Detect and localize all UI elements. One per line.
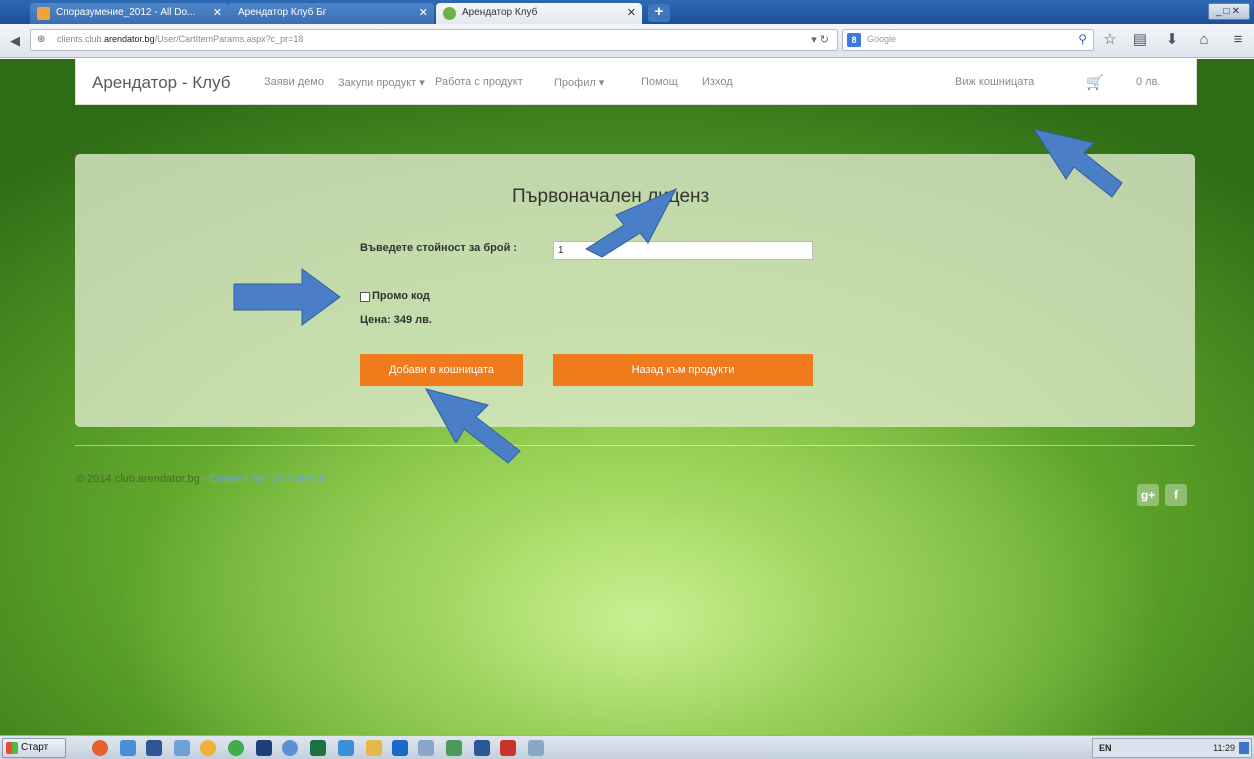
browser-tab-bar: Споразумение_2012 - All Do... ✕ Арендато…	[0, 0, 1254, 24]
annotation-arrow-icon	[584, 187, 678, 258]
promo-code-label[interactable]: Промо код	[372, 288, 430, 304]
app-icon[interactable]	[366, 740, 382, 756]
created-by-link[interactable]: - Created by: VS Consult	[200, 473, 325, 485]
search-icon[interactable]: ⚲	[1078, 32, 1087, 46]
word-icon[interactable]	[146, 740, 162, 756]
tab-label: Арендатор Клуб Бг	[238, 7, 327, 18]
nav-request-demo[interactable]: Заяви демо	[264, 76, 324, 88]
app-icon[interactable]	[282, 740, 298, 756]
footer-divider	[75, 445, 1195, 446]
tab-label: Арендатор Клуб	[462, 7, 538, 18]
search-placeholder: Google	[867, 34, 897, 44]
window-controls[interactable]: _□✕	[1208, 3, 1250, 20]
explorer-icon[interactable]	[120, 740, 136, 756]
nav-logout[interactable]: Изход	[702, 76, 733, 88]
url-text: clients.club.arendator.bg/User/CartItemP…	[57, 34, 304, 44]
nav-work-with-product[interactable]: Работа с продукт	[435, 76, 523, 88]
app-icon[interactable]	[338, 740, 354, 756]
browser-tab[interactable]: Арендатор Клуб Бг ✕	[228, 3, 434, 24]
page-content: Арендатор - Клуб Заяви демо Закупи проду…	[0, 59, 1254, 735]
tab-label: Споразумение_2012 - All Do...	[56, 7, 196, 18]
nav-view-cart[interactable]: Виж кошницата	[955, 76, 1034, 88]
cart-total[interactable]: 0 лв.	[1136, 76, 1161, 88]
back-to-products-button[interactable]: Назад към продукти	[553, 354, 813, 386]
browser-tab-active[interactable]: Арендатор Клуб ✕	[436, 3, 642, 24]
site-brand[interactable]: Арендатор - Клуб	[92, 73, 231, 93]
cart-icon[interactable]: 🛒	[1086, 74, 1103, 91]
home-icon[interactable]: ⌂	[1194, 30, 1214, 50]
app-icon[interactable]	[500, 740, 516, 756]
reload-icon[interactable]: ▾ ↻	[811, 33, 829, 46]
app-icon[interactable]	[228, 740, 244, 756]
annotation-arrow-icon	[1032, 128, 1123, 198]
language-indicator[interactable]: EN	[1099, 739, 1112, 757]
clock[interactable]: 11:29	[1213, 739, 1235, 757]
system-tray: EN 11:29	[1092, 738, 1252, 758]
close-tab-icon[interactable]: ✕	[627, 3, 636, 23]
app-icon[interactable]	[200, 740, 216, 756]
browser-tab[interactable]: Споразумение_2012 - All Do... ✕	[30, 3, 228, 24]
close-tab-icon[interactable]: ✕	[213, 3, 222, 23]
facebook-icon[interactable]: f	[1165, 484, 1187, 506]
back-arrow-icon[interactable]: ◀	[6, 32, 24, 50]
footer-copyright: © 2014 club.arendator.bg - Created by: V…	[76, 473, 324, 485]
nav-help[interactable]: Помощ	[641, 76, 678, 88]
nav-profile[interactable]: Профил ▾	[554, 76, 604, 89]
bookmark-star-icon[interactable]: ☆	[1100, 30, 1120, 50]
annotation-arrow-icon	[424, 388, 521, 464]
google-plus-icon[interactable]: g+	[1137, 484, 1159, 506]
menu-icon[interactable]: ≡	[1228, 30, 1248, 50]
price-text: Цена: 349 лв.	[360, 314, 432, 326]
close-tab-icon[interactable]: ✕	[419, 3, 428, 23]
document-icon	[37, 7, 50, 20]
address-bar[interactable]: ⊕ clients.club.arendator.bg/User/CartIte…	[30, 29, 838, 51]
site-info-icon: ⊕	[37, 34, 46, 45]
app-icon[interactable]	[528, 740, 544, 756]
google-icon: 8	[847, 33, 861, 47]
windows-taskbar: Старт EN 11:29	[0, 735, 1254, 759]
bookmarks-list-icon[interactable]: ▤	[1130, 30, 1150, 50]
new-tab-button[interactable]: +	[648, 4, 670, 22]
nav-buy-product[interactable]: Закупи продукт ▾	[338, 76, 425, 89]
app-icon[interactable]	[256, 740, 272, 756]
app-icon[interactable]	[418, 740, 434, 756]
start-label: Старт	[21, 742, 49, 753]
app-icon[interactable]	[446, 740, 462, 756]
copyright-text: © 2014 club.arendator.bg	[76, 473, 200, 485]
site-favicon-icon	[443, 7, 456, 20]
annotation-arrow-icon	[233, 268, 341, 326]
app-icon[interactable]	[474, 740, 490, 756]
show-desktop-button[interactable]	[1239, 742, 1249, 754]
start-button[interactable]: Старт	[2, 738, 66, 758]
search-bar[interactable]: 8 Google ⚲	[842, 29, 1094, 51]
app-icon[interactable]	[392, 740, 408, 756]
download-icon[interactable]: ⬇	[1162, 30, 1182, 50]
excel-icon[interactable]	[310, 740, 326, 756]
add-to-cart-button[interactable]: Добави в кошницата	[360, 354, 523, 386]
quantity-label: Въведете стойност за брой :	[360, 242, 518, 254]
windows-logo-icon	[6, 742, 18, 754]
firefox-icon[interactable]	[92, 740, 108, 756]
promo-code-checkbox[interactable]	[360, 292, 370, 302]
app-icon[interactable]	[174, 740, 190, 756]
browser-toolbar: ◀ ⊕ clients.club.arendator.bg/User/CartI…	[0, 24, 1254, 58]
site-navbar: Арендатор - Клуб Заяви демо Закупи проду…	[75, 59, 1197, 105]
